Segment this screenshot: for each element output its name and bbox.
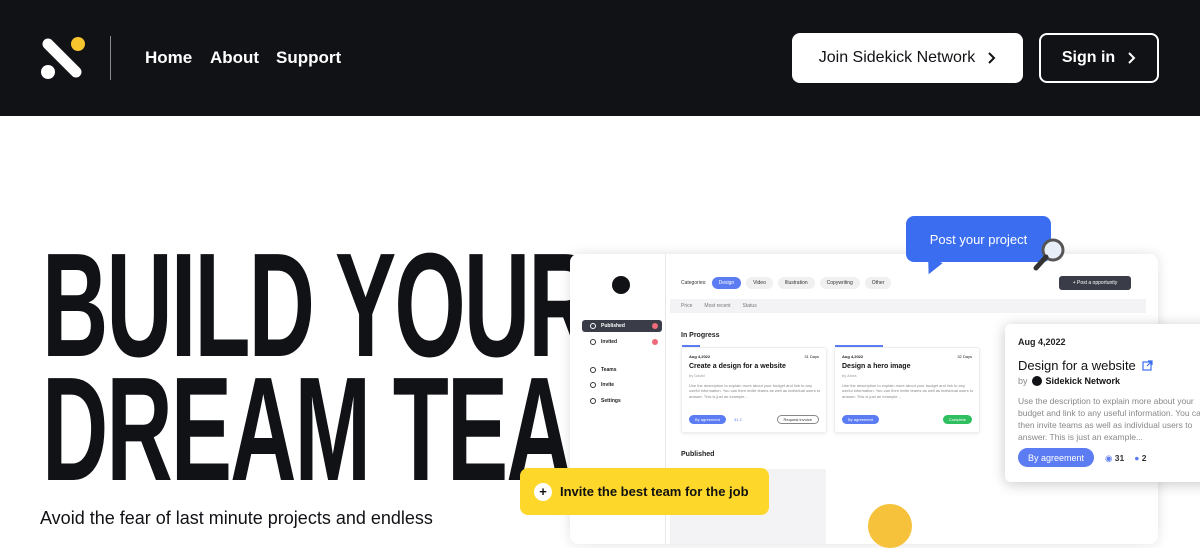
project-detail-card[interactable]: Aug 4,2022 Design for a website by Sidek… [1005, 324, 1200, 482]
request-invoice-button[interactable]: Request invoice [776, 415, 819, 424]
card-date: Aug 4,2022 [689, 354, 711, 359]
sidebar-item-label: Settings [601, 398, 621, 404]
nav-link-about[interactable]: About [210, 48, 259, 68]
categories-label: Categories: [681, 280, 707, 286]
join-network-label: Join Sidekick Network [818, 49, 976, 66]
sidebar-item-invited[interactable]: Invited [582, 336, 662, 348]
sidebar-item-invite[interactable]: Invite [582, 379, 662, 391]
nav-link-support[interactable]: Support [276, 48, 341, 68]
sidebar-item-label: Invite [601, 382, 615, 388]
progress-bar [835, 345, 883, 347]
external-link-icon[interactable] [1142, 360, 1153, 371]
sidebar-item-label: Teams [601, 367, 617, 373]
join-network-button[interactable]: Join Sidekick Network [792, 33, 1023, 83]
in-progress-heading: In Progress [681, 332, 720, 339]
magnifier-icon [1033, 238, 1065, 271]
progress-bar [682, 345, 700, 347]
eye-icon: ◉ [1105, 453, 1113, 463]
comment-icon: ● [1134, 453, 1140, 463]
sign-in-button[interactable]: Sign in [1039, 33, 1159, 83]
sidebar-item-label: Published [601, 323, 625, 329]
filter-most-recent[interactable]: Most recent [704, 303, 730, 309]
teams-icon [590, 367, 596, 373]
complete-button[interactable]: Complete [942, 415, 972, 424]
published-heading: Published [681, 451, 715, 458]
agreement-button[interactable]: By agreement [689, 415, 726, 424]
chip-copywriting[interactable]: Copywriting [819, 277, 860, 289]
filter-price[interactable]: Price [681, 303, 692, 309]
user-icon [590, 323, 596, 329]
post-project-bubble: Post your project [906, 216, 1051, 262]
project-card[interactable]: Aug 4,2022 32 Days Design a hero image b… [834, 345, 980, 433]
chevron-right-icon [1128, 52, 1136, 64]
category-filter: Categories: Design Video Illustration Co… [681, 277, 892, 289]
user-icon [590, 339, 596, 345]
chip-other[interactable]: Other [864, 277, 892, 289]
card-days: 32 Days [957, 354, 972, 359]
sidebar-item-label: Invited [601, 339, 618, 345]
comments-stat: ● 2 [1134, 453, 1146, 464]
detail-stats: ◉ 31 ● 2 [1105, 453, 1147, 464]
plus-icon: + [534, 482, 552, 501]
sidebar-item-settings[interactable]: Settings [582, 395, 662, 407]
card-date: Aug 4,2022 [842, 354, 864, 359]
sidebar-item-teams[interactable]: Teams [582, 364, 662, 376]
nav-link-home[interactable]: Home [145, 48, 192, 68]
agreement-button[interactable]: By agreement [1018, 448, 1095, 467]
filter-status[interactable]: Status [743, 303, 757, 309]
views-count: 31 [1114, 453, 1125, 463]
filter-bar: Price Most recent Status [670, 299, 1146, 313]
plus-icon [590, 382, 596, 388]
notification-badge [652, 323, 658, 329]
author-name: Sidekick Network [1045, 376, 1121, 386]
card-description: Use the description to explain more abou… [689, 383, 821, 399]
sidebar-item-published[interactable]: Published [582, 320, 662, 332]
sign-in-label: Sign in [1061, 49, 1116, 66]
sidekick-logo-icon[interactable] [40, 36, 88, 80]
card-title: Create a design for a website [689, 363, 786, 370]
card-author: by David [689, 373, 705, 378]
by-prefix: by [1018, 376, 1028, 386]
hero-subtitle: Avoid the fear of last minute projects a… [40, 508, 433, 528]
agreement-button[interactable]: By agreement [842, 415, 879, 424]
detail-title: Design for a website [1018, 358, 1136, 373]
detail-title-row: Design for a website [1018, 358, 1153, 373]
top-nav: Home About Support Join Sidekick Network… [0, 0, 1200, 116]
invite-team-label: Invite the best team for the job [560, 484, 749, 499]
preview-logo-icon [612, 276, 630, 294]
chip-design[interactable]: Design [711, 277, 742, 289]
heart-eyes-emoji-icon [868, 504, 912, 548]
nav-divider [110, 36, 111, 80]
project-card[interactable]: Aug 4,2022 31 Days Create a design for a… [681, 345, 827, 433]
views-stat: ◉ 31 [1105, 453, 1124, 464]
card-stats: 31 2 [734, 417, 742, 422]
card-description: Use the description to explain more abou… [842, 383, 974, 399]
detail-description: Use the description to explain more abou… [1018, 396, 1200, 442]
chip-illustration[interactable]: Illustration [777, 277, 815, 289]
card-days: 31 Days [804, 354, 819, 359]
detail-author: by Sidekick Network [1018, 376, 1120, 386]
invite-team-bubble: + Invite the best team for the job [520, 468, 769, 515]
comments-count: 2 [1141, 453, 1147, 463]
notification-badge [652, 339, 658, 345]
gear-icon [590, 398, 596, 404]
card-author: by Anna [842, 373, 857, 378]
chevron-right-icon [988, 52, 996, 64]
chip-video[interactable]: Video [746, 277, 773, 289]
card-title: Design a hero image [842, 363, 911, 370]
post-opportunity-button[interactable]: + Post a opportunity [1059, 276, 1131, 290]
detail-date: Aug 4,2022 [1018, 337, 1066, 347]
sidekick-logo-icon [1031, 376, 1042, 386]
